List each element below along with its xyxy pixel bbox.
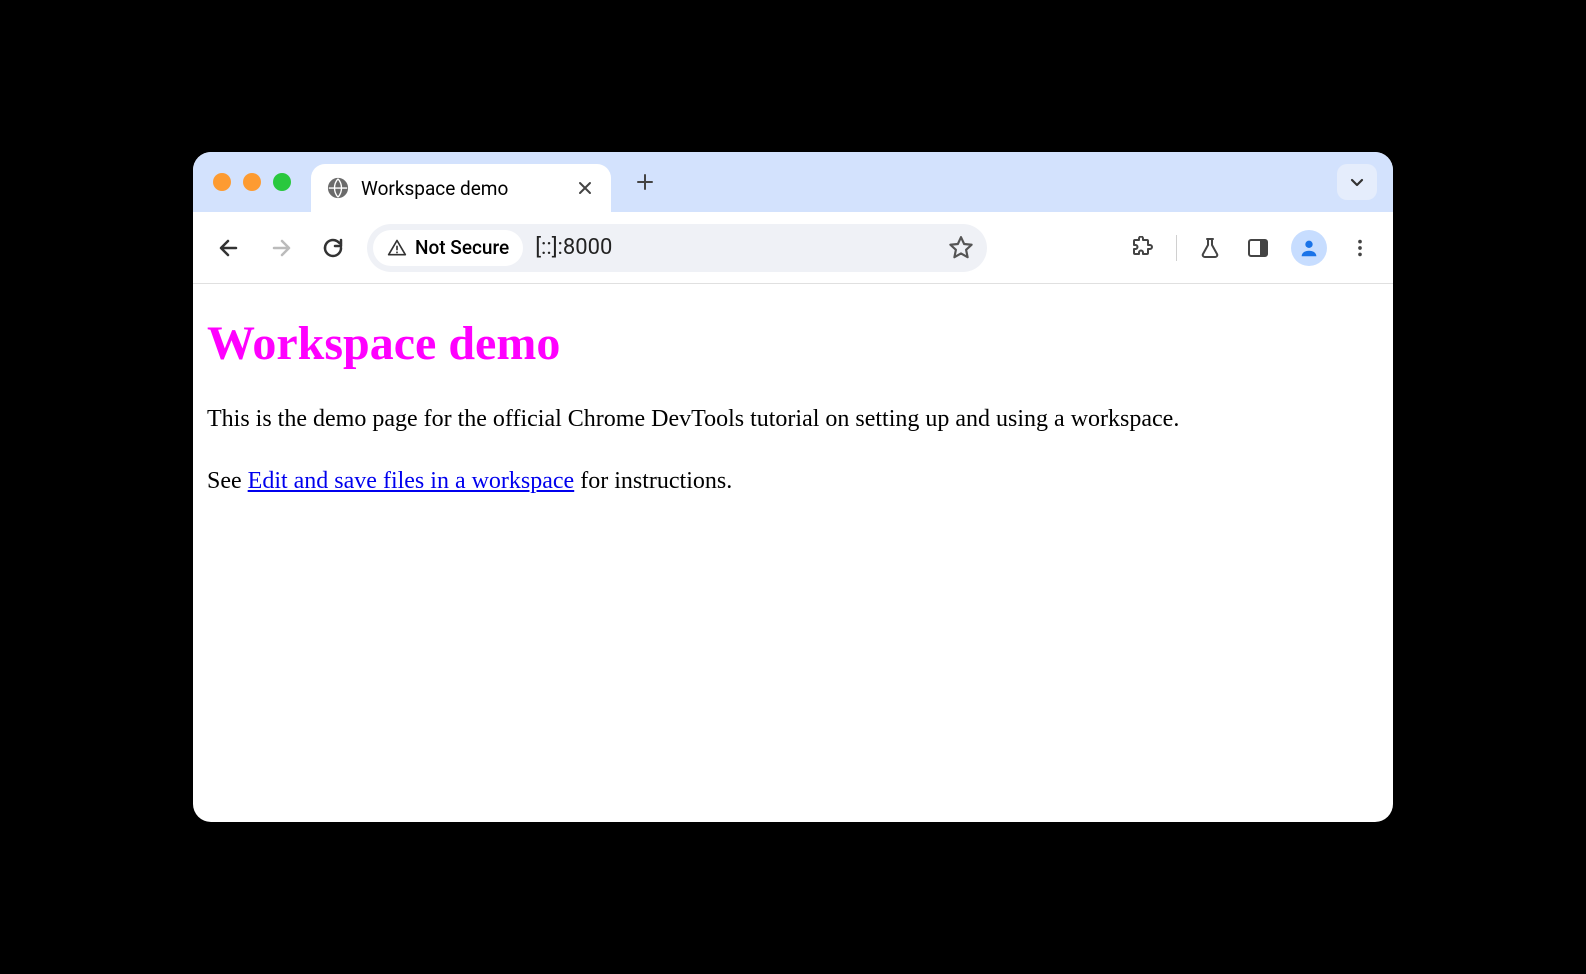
back-button[interactable] <box>211 230 247 266</box>
browser-window: Workspace demo <box>193 152 1393 822</box>
menu-button[interactable] <box>1345 233 1375 263</box>
browser-tab[interactable]: Workspace demo <box>311 164 611 212</box>
globe-icon <box>327 177 349 199</box>
warning-icon <box>387 238 407 258</box>
forward-button[interactable] <box>263 230 299 266</box>
security-chip[interactable]: Not Secure <box>373 230 523 266</box>
url-text: [::]:8000 <box>535 235 933 260</box>
extensions-button[interactable] <box>1128 233 1158 263</box>
security-label: Not Secure <box>415 236 509 259</box>
title-bar: Workspace demo <box>193 152 1393 212</box>
instructions-prefix: See <box>207 468 248 494</box>
instructions-paragraph: See Edit and save files in a workspace f… <box>207 465 1379 499</box>
profile-button[interactable] <box>1291 230 1327 266</box>
tab-title: Workspace demo <box>361 177 563 200</box>
window-controls <box>213 173 291 191</box>
side-panel-button[interactable] <box>1243 233 1273 263</box>
page-heading: Workspace demo <box>207 316 1379 371</box>
window-minimize-button[interactable] <box>243 173 261 191</box>
new-tab-button[interactable] <box>627 164 663 200</box>
page-content: Workspace demo This is the demo page for… <box>193 284 1393 558</box>
reload-button[interactable] <box>315 230 351 266</box>
window-maximize-button[interactable] <box>273 173 291 191</box>
address-bar[interactable]: Not Secure [::]:8000 <box>367 224 987 272</box>
window-close-button[interactable] <box>213 173 231 191</box>
workspace-link[interactable]: Edit and save files in a workspace <box>248 468 575 494</box>
toolbar-right <box>1128 230 1375 266</box>
labs-button[interactable] <box>1195 233 1225 263</box>
bookmark-button[interactable] <box>945 232 977 264</box>
tab-close-button[interactable] <box>575 178 595 198</box>
tab-search-button[interactable] <box>1337 164 1377 200</box>
toolbar-divider <box>1176 235 1177 261</box>
toolbar: Not Secure [::]:8000 <box>193 212 1393 284</box>
intro-paragraph: This is the demo page for the official C… <box>207 403 1379 437</box>
instructions-suffix: for instructions. <box>574 468 732 494</box>
